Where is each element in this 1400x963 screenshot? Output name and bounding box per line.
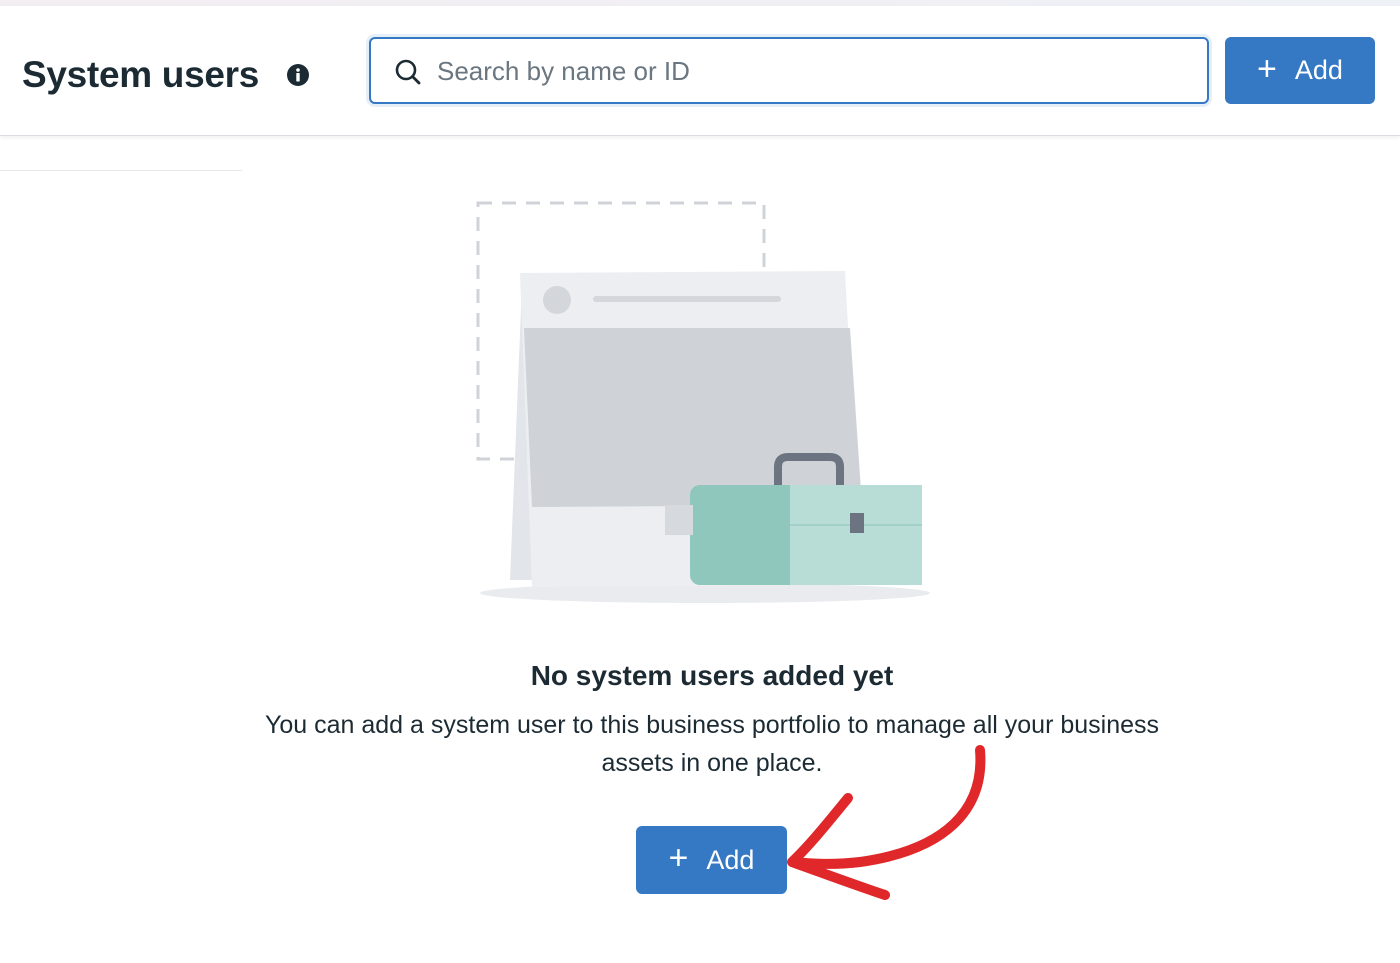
search-icon — [395, 59, 421, 85]
empty-state-description: You can add a system user to this busine… — [264, 711, 1160, 777]
search-box[interactable] — [369, 37, 1209, 104]
empty-state-add-label: Add — [706, 844, 755, 875]
page-header: System users + Add — [0, 6, 1400, 136]
info-icon[interactable] — [286, 63, 310, 87]
red-arrow-icon — [787, 745, 986, 900]
sidebar-divider — [0, 170, 242, 171]
empty-state-title: No system users added yet — [530, 660, 894, 691]
plus-icon: + — [668, 839, 689, 877]
plus-icon: + — [1257, 49, 1277, 88]
page-title: System users — [22, 54, 260, 95]
toolbox-illustration — [476, 201, 930, 603]
search-input[interactable] — [437, 49, 1177, 93]
empty-state-add-button[interactable]: + Add — [636, 826, 787, 894]
header-add-button[interactable]: + Add — [1225, 37, 1375, 104]
header-add-label: Add — [1294, 55, 1343, 85]
